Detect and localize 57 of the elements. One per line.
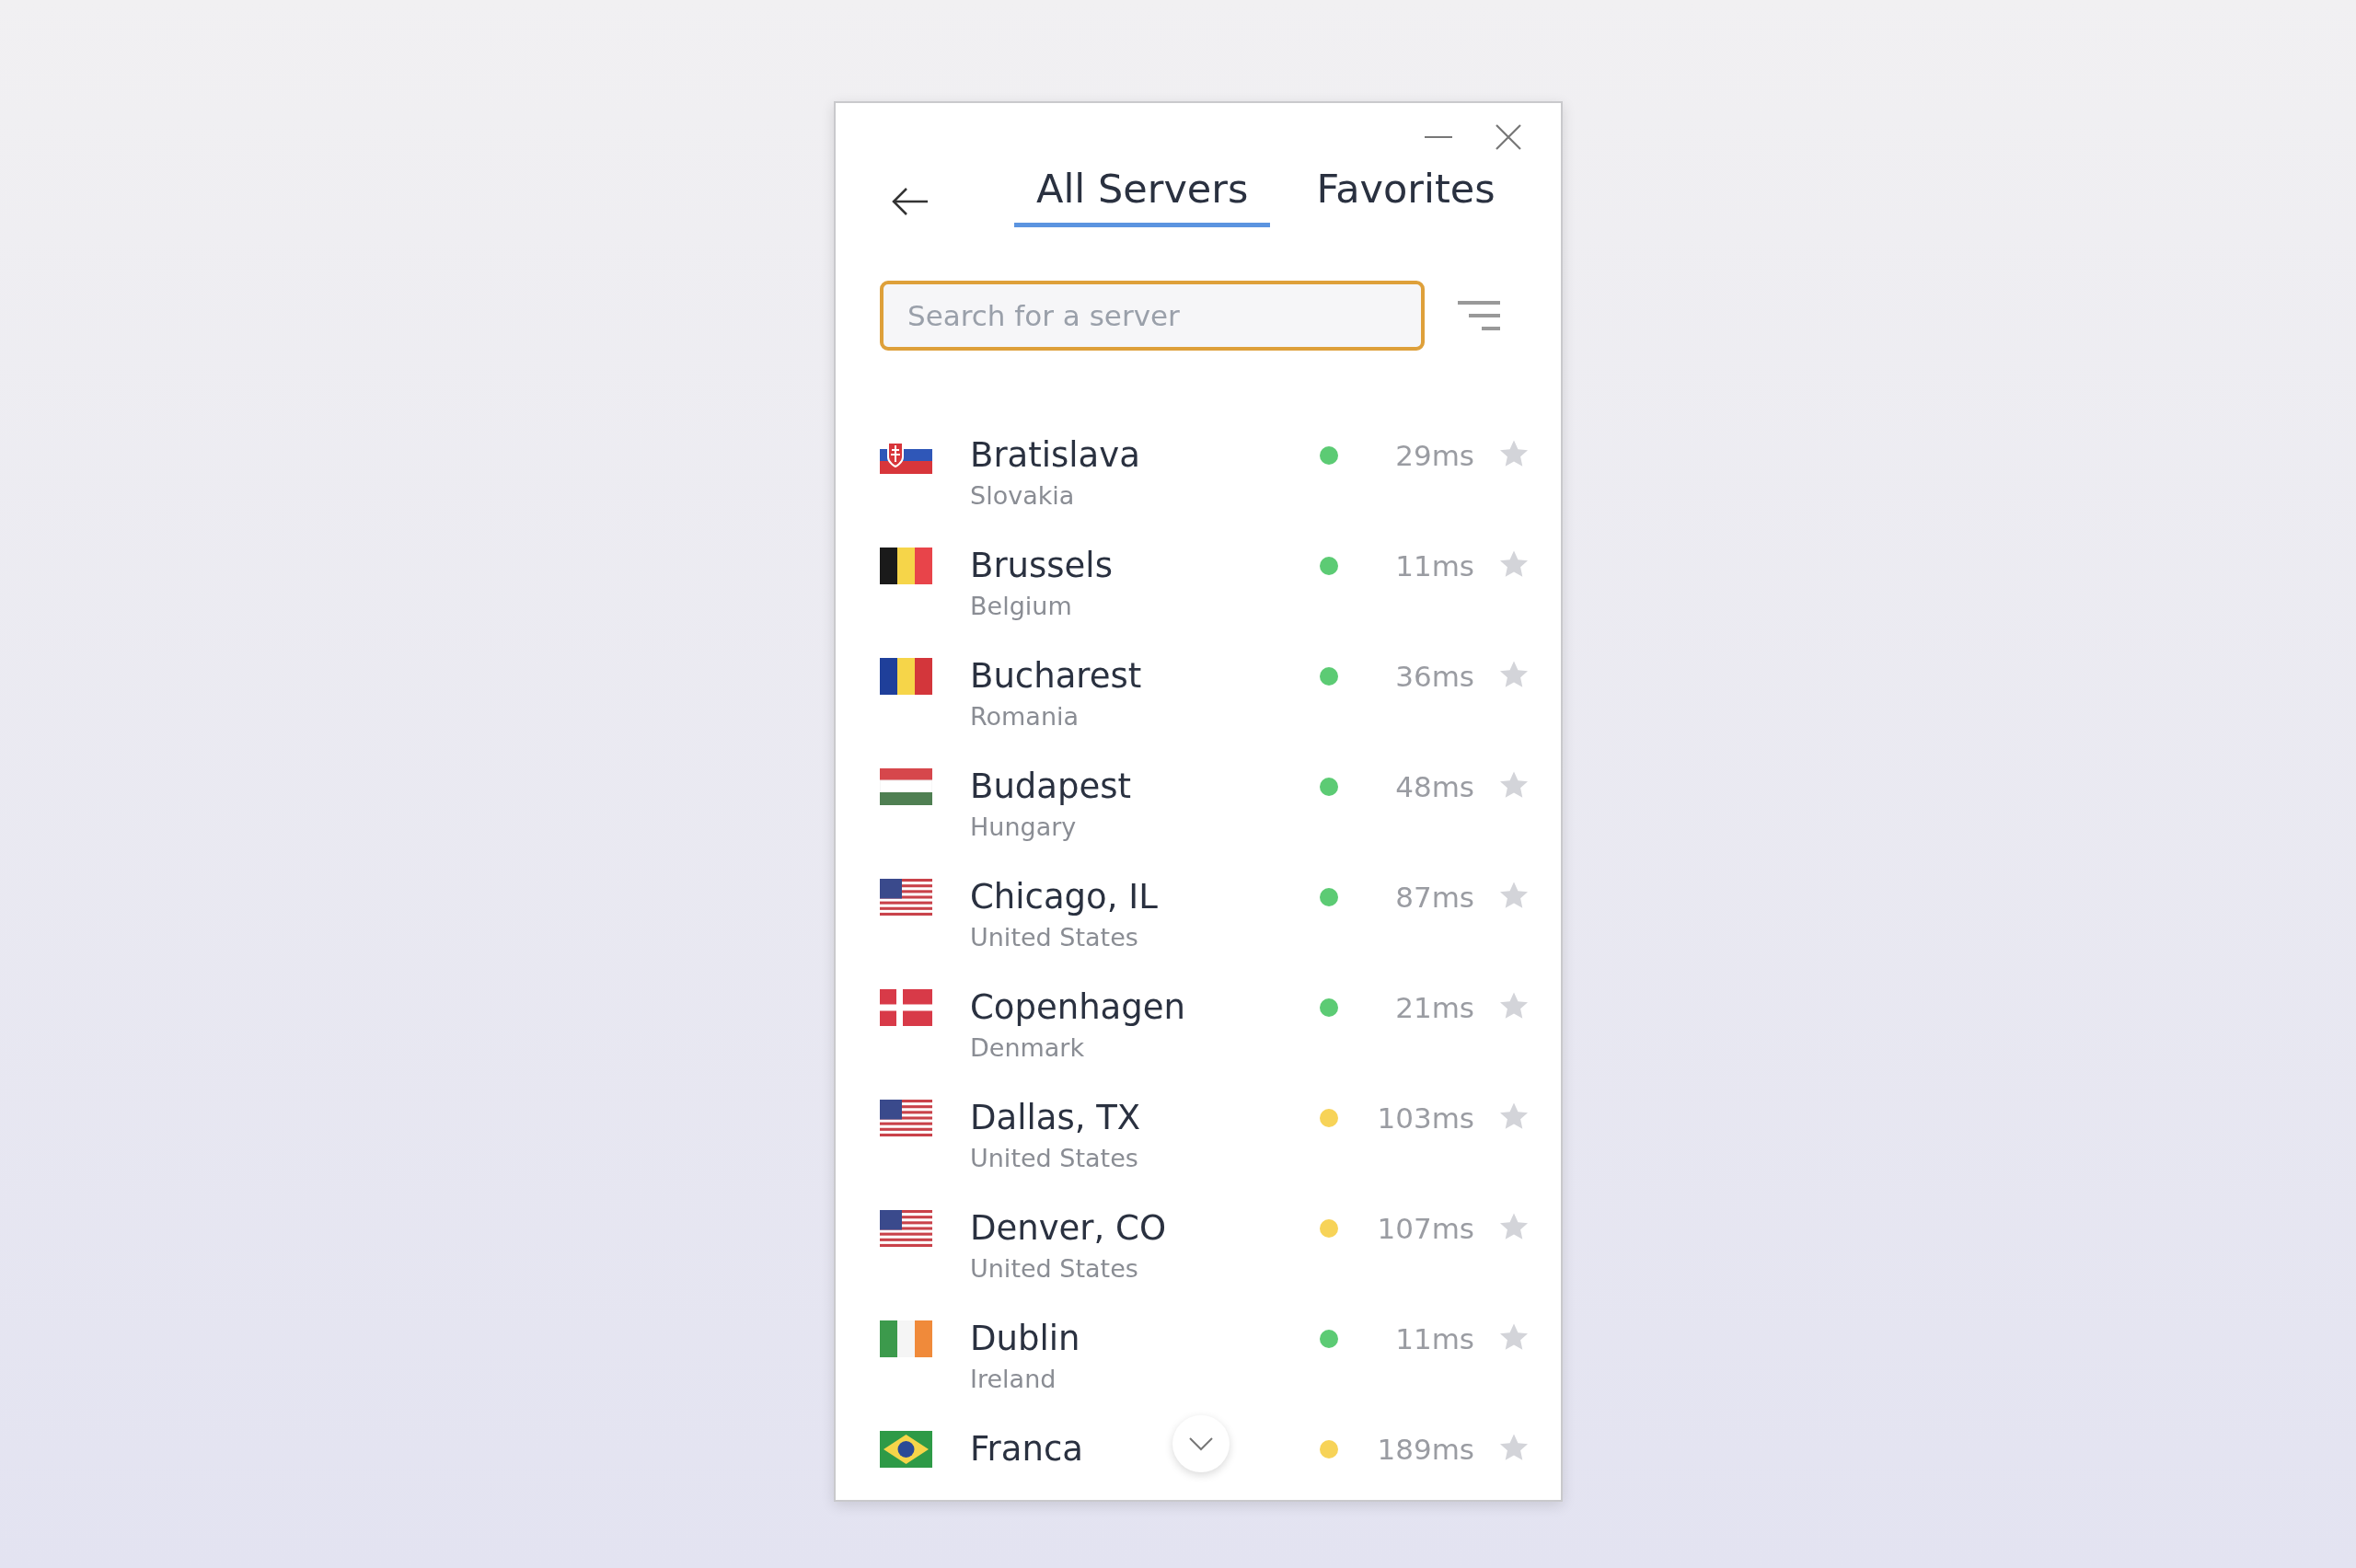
search-field[interactable]: Search for a server — [880, 281, 1425, 351]
star-icon[interactable] — [1498, 770, 1530, 800]
city-name: Copenhagen — [970, 987, 1185, 1028]
star-icon[interactable] — [1498, 549, 1530, 579]
server-row[interactable]: Denver, CO United States 107ms — [836, 1190, 1561, 1300]
city-name: Bratislava — [970, 435, 1140, 476]
latency-text: 36ms — [1394, 659, 1474, 695]
city-name: Dublin — [970, 1319, 1080, 1359]
star-icon[interactable] — [1498, 1101, 1530, 1131]
latency-text: 103ms — [1376, 1101, 1474, 1136]
star-icon[interactable] — [1498, 1322, 1530, 1352]
city-name: Budapest — [970, 767, 1132, 807]
server-row[interactable]: Chicago, IL United States 87ms — [836, 859, 1561, 969]
star-icon[interactable] — [1498, 439, 1530, 468]
city-name: Chicago, IL — [970, 877, 1158, 917]
country-name: United States — [970, 922, 1138, 953]
chevron-down-icon — [1188, 1436, 1214, 1451]
minimize-icon[interactable] — [1425, 135, 1452, 139]
close-icon[interactable] — [1495, 123, 1522, 151]
country-name: Slovakia — [970, 480, 1075, 512]
city-name: Franca — [970, 1429, 1083, 1470]
country-name: Belgium — [970, 591, 1072, 622]
tab[interactable]: Favorites — [1294, 166, 1518, 227]
star-icon[interactable] — [1498, 1433, 1530, 1462]
back-arrow-icon[interactable] — [891, 186, 930, 216]
server-row[interactable]: Budapest Hungary 48ms — [836, 748, 1561, 859]
filter-icon[interactable] — [1458, 298, 1500, 333]
server-row[interactable]: Copenhagen Denmark 21ms — [836, 969, 1561, 1079]
country-name: Ireland — [970, 1364, 1057, 1395]
server-row[interactable]: Dallas, TX United States 103ms — [836, 1079, 1561, 1190]
star-icon[interactable] — [1498, 660, 1530, 689]
country-name: Denmark — [970, 1032, 1085, 1064]
star-icon[interactable] — [1498, 881, 1530, 910]
city-name: Dallas, TX — [970, 1098, 1141, 1138]
city-name: Brussels — [970, 546, 1113, 586]
country-name: United States — [970, 1143, 1138, 1174]
scroll-down-button[interactable] — [1172, 1415, 1230, 1472]
country-name: Hungary — [970, 812, 1077, 843]
latency-text: 87ms — [1394, 880, 1474, 916]
city-name: Denver, CO — [970, 1208, 1167, 1249]
tab[interactable]: All Servers — [1014, 166, 1271, 227]
latency-text: 107ms — [1376, 1211, 1474, 1247]
latency-text: 29ms — [1394, 438, 1474, 474]
star-icon[interactable] — [1498, 991, 1530, 1020]
latency-text: 189ms — [1376, 1432, 1474, 1468]
server-row[interactable]: Dublin Ireland 11ms — [836, 1300, 1561, 1411]
latency-text: 48ms — [1394, 769, 1474, 805]
latency-text: 11ms — [1394, 548, 1474, 584]
city-name: Bucharest — [970, 656, 1142, 697]
country-name: Romania — [970, 701, 1080, 732]
latency-text: 21ms — [1394, 990, 1474, 1026]
star-icon[interactable] — [1498, 1212, 1530, 1241]
server-row[interactable]: Brussels Belgium 11ms — [836, 527, 1561, 638]
latency-text: 11ms — [1394, 1321, 1474, 1357]
server-row[interactable]: Bratislava Slovakia 29ms — [836, 417, 1561, 527]
server-row[interactable]: Bucharest Romania 36ms — [836, 638, 1561, 748]
country-name: United States — [970, 1253, 1138, 1285]
